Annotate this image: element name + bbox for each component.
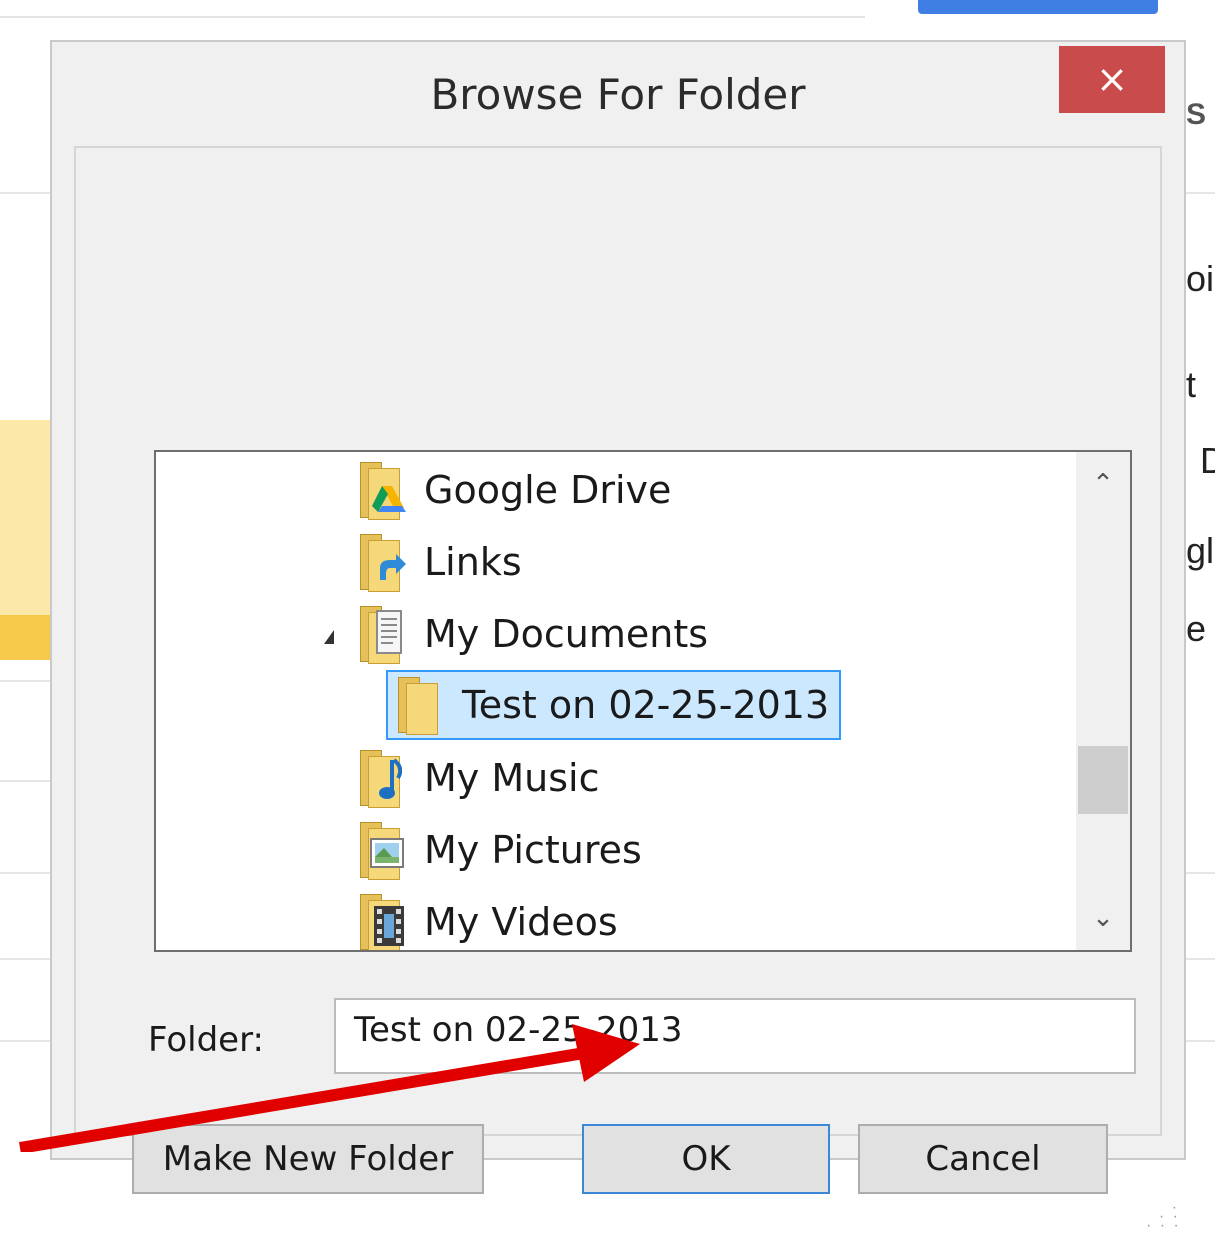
tree-scrollbar[interactable]: ⌃ ⌄ <box>1076 452 1130 950</box>
ok-button[interactable]: OK <box>582 1124 830 1194</box>
background-blue-button[interactable] <box>918 0 1158 14</box>
background-divider <box>0 16 865 18</box>
dialog-body: Google Drive Links My Documents Test on … <box>74 146 1179 1234</box>
expand-arrow-icon[interactable] <box>324 630 334 644</box>
tree-item-label: My Videos <box>424 900 618 944</box>
tree-item-my-videos[interactable]: My Videos <box>356 890 618 950</box>
close-icon: × <box>1096 57 1128 101</box>
background-divider <box>1186 958 1215 960</box>
tree-item-label: My Documents <box>424 612 709 656</box>
background-text: D <box>1200 440 1215 481</box>
links-folder-icon <box>356 532 406 592</box>
scroll-thumb[interactable] <box>1078 746 1128 814</box>
pictures-folder-icon <box>356 820 404 880</box>
cancel-button[interactable]: Cancel <box>858 1124 1108 1194</box>
background-text: t <box>1186 364 1197 405</box>
background-text: S <box>1186 98 1207 131</box>
background-text: oi <box>1186 258 1215 299</box>
folder-icon <box>394 675 442 735</box>
background-left-highlight <box>0 615 52 660</box>
tree-item-label: Google Drive <box>424 468 672 512</box>
tree-item-label: My Music <box>424 756 600 800</box>
browse-for-folder-dialog: Browse For Folder × Google Drive Links M… <box>50 40 1186 1234</box>
videos-folder-icon <box>356 892 404 950</box>
tree-item-test-folder[interactable]: Test on 02-25-2013 <box>386 670 842 740</box>
tree-item-my-pictures[interactable]: My Pictures <box>356 818 642 882</box>
background-divider <box>0 680 50 682</box>
tree-item-my-documents[interactable]: My Documents <box>356 602 708 666</box>
background-divider <box>1186 872 1215 874</box>
scroll-down-icon[interactable]: ⌄ <box>1076 886 1130 950</box>
background-divider <box>0 958 50 960</box>
background-divider <box>0 1040 50 1042</box>
make-new-folder-button[interactable]: Make New Folder <box>132 1124 484 1194</box>
tree-item-label: Links <box>424 540 522 584</box>
background-divider <box>1186 1040 1215 1042</box>
dialog-titlebar[interactable]: Browse For Folder × <box>52 42 1184 147</box>
documents-folder-icon <box>356 604 404 664</box>
tree-item-google-drive[interactable]: Google Drive <box>356 458 671 522</box>
background-divider <box>0 192 50 194</box>
background-divider <box>1186 192 1215 194</box>
close-button[interactable]: × <box>1059 46 1165 113</box>
music-folder-icon <box>356 748 404 808</box>
background-text: e <box>1186 608 1207 649</box>
background-text: gl <box>1186 530 1215 571</box>
scroll-up-icon[interactable]: ⌃ <box>1076 452 1130 516</box>
folder-name-field[interactable]: Test on 02-25-2013 <box>334 998 1136 1074</box>
background-divider <box>0 780 50 782</box>
background-divider <box>0 872 50 874</box>
tree-item-my-music[interactable]: My Music <box>356 746 599 810</box>
dialog-title: Browse For Folder <box>430 70 806 119</box>
google-drive-folder-icon <box>356 460 406 520</box>
tree-item-links[interactable]: Links <box>356 530 522 594</box>
folder-tree[interactable]: Google Drive Links My Documents Test on … <box>154 450 1132 952</box>
tree-item-label: Test on 02-25-2013 <box>462 683 830 727</box>
tree-item-label: My Pictures <box>424 828 642 872</box>
resize-grip-icon[interactable]: · · · · · · <box>1146 1200 1181 1234</box>
folder-label: Folder: <box>148 1020 264 1060</box>
